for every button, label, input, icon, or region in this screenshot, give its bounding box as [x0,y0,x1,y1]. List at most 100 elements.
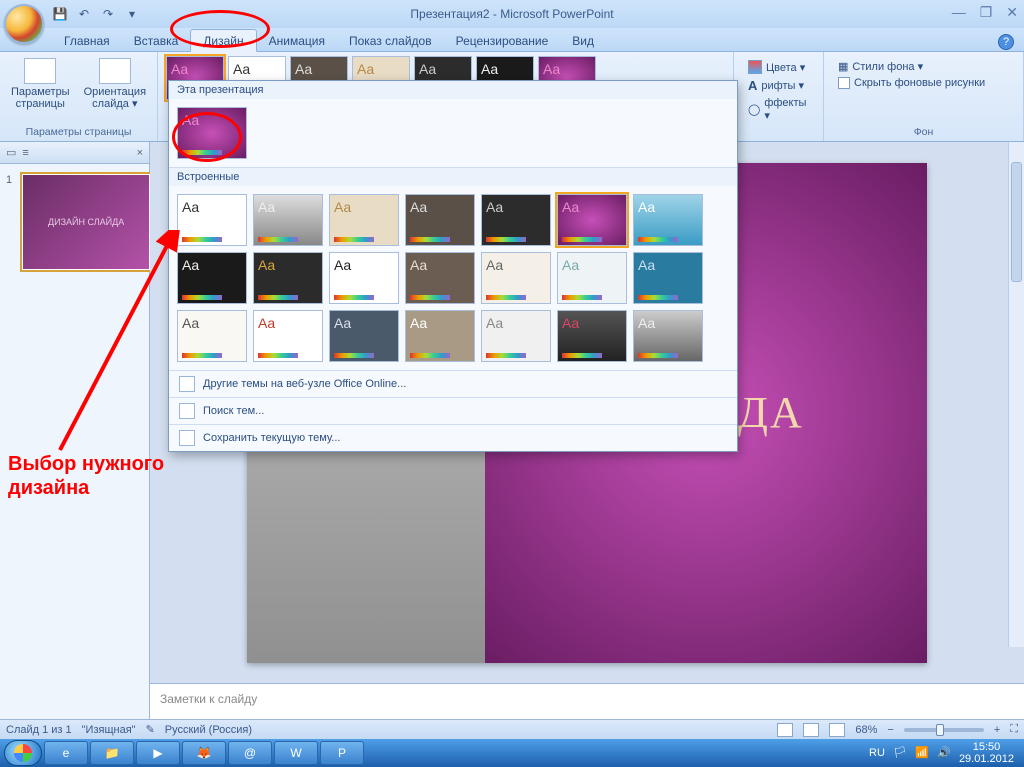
zoom-handle[interactable] [936,724,944,736]
theme-option[interactable]: Aa [329,194,399,246]
tray-volume-icon[interactable]: 🔊 [937,746,951,760]
tray-network-icon[interactable]: 📶 [915,746,929,760]
office-button[interactable] [4,4,44,44]
theme-option[interactable]: Aa [557,252,627,304]
task-firefox[interactable]: 🦊 [182,741,226,765]
panel-tabs[interactable]: ▭ ≡ × [0,142,149,164]
undo-icon[interactable]: ↶ [76,6,92,22]
slides-tab-icon[interactable]: ▭ [6,146,16,159]
tray-clock[interactable]: 15:50 29.01.2012 [959,741,1014,765]
task-ie[interactable]: e [44,741,88,765]
slide-counter: Слайд 1 из 1 [6,724,72,736]
tab-вид[interactable]: Вид [560,30,606,51]
theme-option[interactable]: Aa [253,194,323,246]
theme-option[interactable]: Aa [329,310,399,362]
system-tray: RU 🏳 📶 🔊 15:50 29.01.2012 [869,741,1020,765]
fonts-button[interactable]: Aрифты ▾ [748,78,809,93]
theme-option[interactable]: Aa [329,252,399,304]
theme-option[interactable]: Aa [481,252,551,304]
effects-icon: ◯ [748,103,760,116]
annotation-text: Выбор нужного дизайна [8,452,164,500]
zoom-level[interactable]: 68% [855,724,877,736]
page-setup-button[interactable]: Параметры страницы [7,56,74,112]
spellcheck-icon[interactable]: ✎ [146,723,155,736]
window-title: Презентация2 - Microsoft PowerPoint [410,7,613,21]
annotation-arrow [30,230,190,460]
theme-option[interactable]: Aa [405,252,475,304]
task-mail[interactable]: @ [228,741,272,765]
ribbon-tabs: ГлавнаяВставкаДизайнАнимацияПоказ слайдо… [0,28,1024,52]
slide-number-label: 1 [6,174,12,186]
tray-lang[interactable]: RU [869,747,885,759]
slideshow-view-button[interactable] [829,723,845,737]
fit-window-button[interactable]: ⛶ [1010,723,1018,736]
sorter-view-button[interactable] [803,723,819,737]
group-label-page: Параметры страницы [8,125,149,139]
gallery-grid-current: Aa [169,99,737,167]
page-setup-icon [24,58,56,84]
maximize-button[interactable]: ❐ [980,4,993,21]
zoom-out-button[interactable]: − [887,724,893,736]
theme-option[interactable]: Aa [253,310,323,362]
tab-показ слайдов[interactable]: Показ слайдов [337,30,444,51]
help-icon[interactable]: ? [998,34,1014,50]
scrollbar-thumb[interactable] [1011,162,1022,282]
tab-главная[interactable]: Главная [52,30,122,51]
theme-option[interactable]: Aa [405,194,475,246]
hide-background-checkbox[interactable]: Скрыть фоновые рисунки [838,77,1009,89]
task-media[interactable]: ▶ [136,741,180,765]
save-icon[interactable]: 💾 [52,6,68,22]
vertical-scrollbar[interactable] [1008,142,1024,647]
theme-option[interactable]: Aa [633,194,703,246]
zoom-in-button[interactable]: + [994,724,1000,736]
normal-view-button[interactable] [777,723,793,737]
orientation-icon [99,58,131,84]
gallery-header-builtin: Встроенные [169,167,737,186]
task-word[interactable]: W [274,741,318,765]
gallery-grid-builtin: AaAaAaAaAaAaAaAaAaAaAaAaAaAaAaAaAaAaAaAa… [169,186,737,370]
fonts-icon: A [748,78,757,93]
windows-taskbar: e 📁 ▶ 🦊 @ W P RU 🏳 📶 🔊 15:50 29.01.2012 [0,739,1024,767]
outline-tab-icon[interactable]: ≡ [22,147,28,159]
quick-access-toolbar: 💾 ↶ ↷ ▾ [52,6,140,22]
qat-dropdown-icon[interactable]: ▾ [124,6,140,22]
background-styles-button[interactable]: ▦Стили фона ▾ [838,60,1009,73]
close-button[interactable]: ✕ [1006,4,1018,21]
group-theme-variants: Цвета ▾ Aрифты ▾ ◯ффекты ▾ [734,52,824,141]
theme-option[interactable]: Aa [633,310,703,362]
group-page-setup: Параметры страницы Ориентация слайда ▾ П… [0,52,158,141]
colors-button[interactable]: Цвета ▾ [748,60,809,74]
minimize-button[interactable]: — [952,4,966,21]
close-panel-icon[interactable]: × [137,147,143,159]
zoom-slider[interactable] [904,728,984,732]
theme-option[interactable]: Aa [481,194,551,246]
theme-option[interactable]: Aa [481,310,551,362]
theme-option[interactable]: Aa [557,194,627,246]
window-controls: — ❐ ✕ [952,4,1018,21]
start-button[interactable] [4,740,42,766]
annotation-circle-tab [170,10,270,48]
slide-orientation-button[interactable]: Ориентация слайда ▾ [80,56,150,112]
status-bar: Слайд 1 из 1 "Изящная" ✎ Русский (Россия… [0,719,1024,739]
effects-button[interactable]: ◯ффекты ▾ [748,97,809,122]
bg-styles-icon: ▦ [838,60,848,73]
theme-option[interactable]: Aa [633,252,703,304]
theme-name: "Изящная" [82,724,136,736]
redo-icon[interactable]: ↷ [100,6,116,22]
task-powerpoint[interactable]: P [320,741,364,765]
language-status[interactable]: Русский (Россия) [165,724,252,736]
theme-option[interactable]: Aa [405,310,475,362]
search-themes[interactable]: Поиск тем... [169,397,737,424]
themes-gallery-dropdown: Эта презентация Aa Встроенные AaAaAaAaAa… [168,80,738,452]
theme-option[interactable]: Aa [557,310,627,362]
colors-icon [748,60,762,74]
task-explorer[interactable]: 📁 [90,741,134,765]
windows-logo-icon [14,744,32,762]
more-themes-online[interactable]: Другие темы на веб-узле Office Online... [169,370,737,397]
tab-рецензирование[interactable]: Рецензирование [444,30,561,51]
save-current-theme[interactable]: Сохранить текущую тему... [169,424,737,451]
notes-pane[interactable]: Заметки к слайду [150,683,1024,719]
theme-option[interactable]: Aa [253,252,323,304]
gallery-header-this-presentation: Эта презентация [169,81,737,99]
tray-flag-icon[interactable]: 🏳 [893,746,907,760]
